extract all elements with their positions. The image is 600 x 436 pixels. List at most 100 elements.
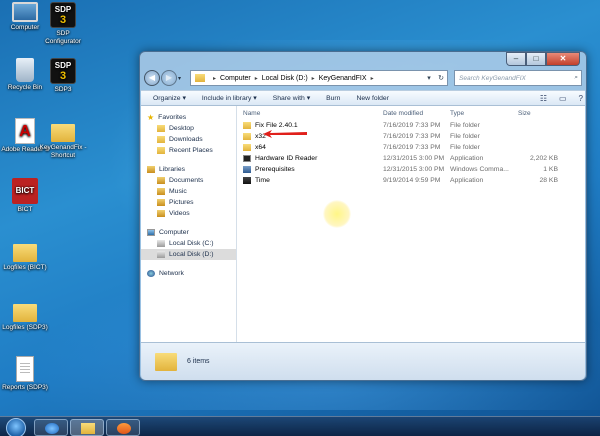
- forward-button[interactable]: ▶: [161, 70, 177, 86]
- desktop-icon-bict[interactable]: BICT BICT: [0, 178, 50, 214]
- breadcrumb-local-disk-d[interactable]: Local Disk (D:): [262, 75, 308, 82]
- minimize-button[interactable]: –: [506, 52, 526, 66]
- desktop-icon-label: Reports (SDP3): [2, 384, 48, 391]
- nav-local-disk-c[interactable]: Local Disk (C:): [141, 238, 236, 249]
- search-icon[interactable]: ⌕: [574, 74, 578, 82]
- desktop-icon-logfiles-bict[interactable]: Logfiles (BICT): [0, 238, 50, 272]
- navigation-bar: ◀ ▶ ▾ ▸ Computer ▸ Local Disk (D:) ▸ Key…: [144, 68, 582, 88]
- breadcrumb-computer[interactable]: Computer: [220, 75, 251, 82]
- nav-videos[interactable]: Videos: [141, 208, 236, 219]
- nav-computer[interactable]: Computer: [141, 227, 236, 238]
- nav-documents[interactable]: Documents: [141, 175, 236, 186]
- red-arrow-annotation: [263, 130, 307, 138]
- caption-buttons: – □ ✕: [506, 52, 580, 66]
- documents-icon: [157, 177, 165, 184]
- desktop-icon-keygenandfix-shortcut[interactable]: KeyGenandFix - Shortcut: [38, 118, 88, 160]
- new-folder-button[interactable]: New folder: [356, 95, 389, 102]
- folder-icon: [195, 74, 205, 82]
- recent-pages-dropdown[interactable]: ▾: [178, 75, 186, 82]
- taskbar-media-player[interactable]: [106, 419, 140, 436]
- explorer-window: – □ ✕ ◀ ▶ ▾ ▸ Computer ▸ Local Disk (D:)…: [139, 51, 587, 381]
- navigation-pane: ★ Favorites Desktop Downloads Recent Pla…: [141, 106, 237, 342]
- sdp-icon: SDP 3: [50, 58, 76, 84]
- file-row[interactable]: x64 7/16/2019 7:33 PM File folder: [237, 142, 585, 153]
- maximize-button[interactable]: □: [526, 52, 546, 66]
- videos-icon: [157, 210, 165, 217]
- folder-icon: [243, 122, 251, 129]
- document-icon: [16, 356, 34, 382]
- back-button[interactable]: ◀: [144, 70, 160, 86]
- desktop-icon-label: Recycle Bin: [7, 84, 43, 91]
- libraries-icon: [147, 166, 155, 173]
- nav-recent-places[interactable]: Recent Places: [141, 145, 236, 156]
- command-bar: Organize ▾ Include in library ▾ Share wi…: [141, 90, 585, 106]
- address-bar[interactable]: ▸ Computer ▸ Local Disk (D:) ▸ KeyGenand…: [190, 70, 448, 86]
- desktop-icon-sdp-configurator[interactable]: SDP 3 SDP Configurator: [38, 2, 88, 46]
- breadcrumb-keygenandfix[interactable]: KeyGenandFIX: [319, 75, 367, 82]
- folder-icon: [13, 244, 37, 262]
- include-in-library-button[interactable]: Include in library ▾: [202, 94, 257, 102]
- taskbar-internet-explorer[interactable]: [34, 419, 68, 436]
- views-icon[interactable]: ☷: [540, 94, 547, 103]
- computer-icon: [12, 2, 38, 22]
- nav-favorites[interactable]: ★ Favorites: [141, 112, 236, 123]
- nav-libraries[interactable]: Libraries: [141, 164, 236, 175]
- recycle-bin-icon: [16, 58, 34, 82]
- windows-explorer-icon: [81, 423, 95, 434]
- bict-icon: BICT: [12, 178, 38, 204]
- folder-icon: [51, 124, 75, 142]
- details-pane: 6 items: [141, 342, 585, 380]
- desktop-icon-label: SDP Configurator: [45, 30, 81, 45]
- downloads-folder-icon: [157, 136, 165, 143]
- disk-icon: [157, 251, 165, 258]
- nav-desktop[interactable]: Desktop: [141, 123, 236, 134]
- burn-button[interactable]: Burn: [326, 95, 340, 102]
- star-icon: ★: [147, 112, 155, 122]
- column-header-name[interactable]: Name: [237, 108, 383, 120]
- pdf-icon: A: [15, 118, 35, 144]
- desktop-icon-reports-sdp3[interactable]: Reports (SDP3): [0, 356, 50, 392]
- column-header-size[interactable]: Size: [518, 108, 578, 120]
- disk-icon: [157, 240, 165, 247]
- taskbar-windows-explorer[interactable]: [70, 419, 104, 436]
- application-icon: [243, 177, 251, 184]
- desktop-icon-sdp3[interactable]: SDP 3 SDP3: [38, 58, 88, 94]
- close-button[interactable]: ✕: [546, 52, 580, 66]
- file-row[interactable]: Prerequisites 12/31/2015 3:00 PM Windows…: [237, 164, 585, 175]
- column-header-date[interactable]: Date modified: [383, 108, 450, 120]
- nav-local-disk-d[interactable]: Local Disk (D:): [141, 249, 236, 260]
- start-button[interactable]: [6, 418, 26, 436]
- network-icon: [147, 270, 155, 277]
- help-icon[interactable]: ?: [579, 94, 583, 103]
- column-headers: Name Date modified Type Size: [237, 108, 585, 120]
- file-row[interactable]: Time 9/19/2014 9:59 PM Application 28 KB: [237, 175, 585, 186]
- desktop-icon-logfiles-sdp3[interactable]: Logfiles (SDP3): [0, 298, 50, 332]
- folder-icon: [243, 144, 251, 151]
- taskbar: [0, 416, 600, 436]
- search-input[interactable]: Search KeyGenandFIX ⌕: [454, 70, 582, 86]
- nav-music[interactable]: Music: [141, 186, 236, 197]
- organize-button[interactable]: Organize ▾: [153, 94, 186, 102]
- music-icon: [157, 188, 165, 195]
- nav-pictures[interactable]: Pictures: [141, 197, 236, 208]
- folder-icon: [13, 304, 37, 322]
- desktop-icon-label: SDP3: [54, 86, 72, 93]
- folder-icon: [155, 352, 177, 371]
- file-row[interactable]: Hardware ID Reader 12/31/2015 3:00 PM Ap…: [237, 153, 585, 164]
- desktop-icon-label: BICT: [17, 206, 33, 213]
- preview-pane-icon[interactable]: ▭: [559, 94, 567, 103]
- desktop-folder-icon: [157, 125, 165, 132]
- internet-explorer-icon: [45, 423, 59, 434]
- file-list: Name Date modified Type Size Fix File 2.…: [237, 106, 585, 342]
- command-script-icon: [243, 166, 251, 173]
- desktop-icon-label: KeyGenandFix - Shortcut: [39, 144, 87, 159]
- refresh-icon[interactable]: ↻: [435, 74, 447, 82]
- address-dropdown-icon[interactable]: ▾: [423, 74, 435, 82]
- sdp-icon: SDP 3: [50, 2, 76, 28]
- nav-network[interactable]: Network: [141, 268, 236, 279]
- cursor-highlight: [323, 200, 351, 228]
- share-with-button[interactable]: Share with ▾: [273, 94, 310, 102]
- nav-downloads[interactable]: Downloads: [141, 134, 236, 145]
- column-header-type[interactable]: Type: [450, 108, 518, 120]
- item-count: 6 items: [187, 358, 210, 365]
